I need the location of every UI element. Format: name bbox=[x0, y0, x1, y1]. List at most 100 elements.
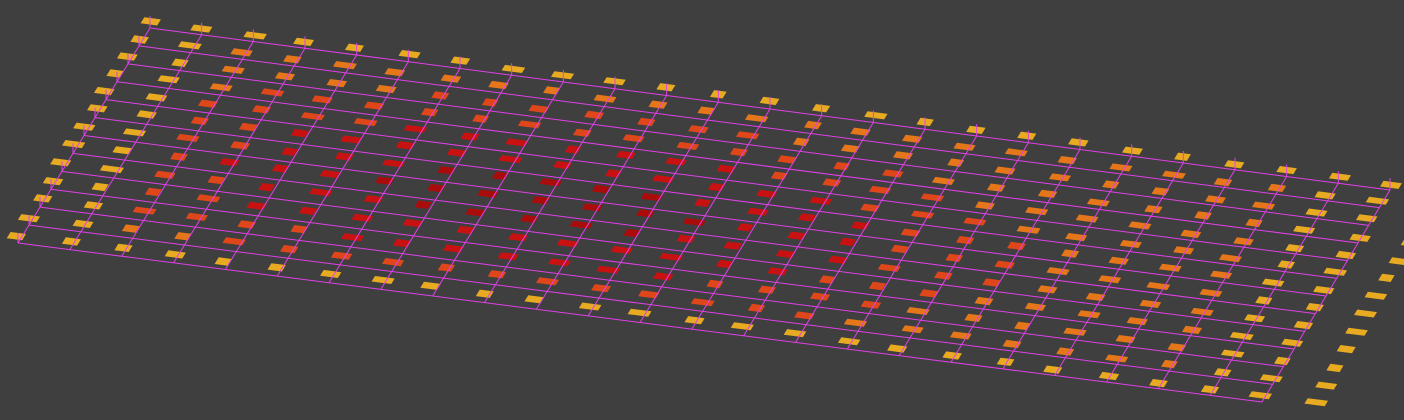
surface-patch bbox=[61, 237, 81, 246]
surface-patch bbox=[341, 233, 365, 242]
surface-patch bbox=[185, 212, 208, 221]
surface-patch bbox=[1349, 233, 1371, 242]
surface-patch bbox=[1109, 163, 1133, 172]
surface-patch bbox=[1190, 307, 1214, 316]
surface-patch bbox=[1305, 208, 1328, 217]
grid-line-col bbox=[69, 34, 203, 250]
surface-patch bbox=[330, 251, 353, 260]
surface-patch bbox=[290, 225, 308, 234]
surface-patch bbox=[1128, 221, 1152, 230]
surface-patch bbox=[298, 206, 318, 215]
surface-patch bbox=[437, 263, 455, 272]
surface-patch bbox=[1048, 173, 1071, 182]
surface-patch bbox=[481, 98, 499, 107]
heatmap-surface-scene bbox=[6, 16, 1404, 407]
surface-patch bbox=[539, 178, 563, 187]
surface-patch bbox=[1336, 345, 1356, 354]
surface-patch bbox=[736, 223, 754, 232]
grid-line-col bbox=[950, 149, 1081, 363]
surface-patch bbox=[62, 140, 86, 149]
surface-patch bbox=[1345, 327, 1368, 336]
surface-patch bbox=[1149, 379, 1168, 388]
surface-patch bbox=[154, 170, 176, 179]
grid-line-col bbox=[224, 54, 358, 270]
surface-patch bbox=[610, 246, 633, 255]
surface-patch bbox=[994, 166, 1016, 175]
surface-patch bbox=[833, 161, 851, 171]
surface-patch bbox=[83, 201, 104, 210]
surface-patch bbox=[122, 128, 147, 137]
surface-patch bbox=[214, 257, 232, 266]
surface-patch bbox=[556, 239, 579, 248]
surface-patch bbox=[564, 145, 582, 154]
surface-patch bbox=[1119, 240, 1142, 248]
surface-patch bbox=[942, 351, 962, 360]
surface-patch bbox=[966, 125, 986, 134]
surface-patch bbox=[392, 239, 411, 248]
surface-patch bbox=[623, 228, 641, 238]
grid-line-col bbox=[691, 115, 823, 330]
grid-line-col bbox=[432, 81, 564, 297]
3d-viewport[interactable] bbox=[0, 0, 1404, 420]
surface-patch bbox=[334, 152, 354, 161]
surface-patch bbox=[1388, 257, 1404, 265]
surface-patch bbox=[622, 134, 645, 143]
surface-patch bbox=[1354, 309, 1377, 318]
surface-patch bbox=[804, 120, 822, 130]
surface-patch bbox=[581, 203, 603, 212]
surface-patch bbox=[1200, 385, 1220, 394]
surface-patch bbox=[319, 169, 341, 179]
surface-patch bbox=[258, 183, 275, 192]
surface-patch bbox=[114, 243, 133, 252]
surface-patch bbox=[656, 83, 676, 92]
surface-patch bbox=[421, 108, 439, 117]
surface-patch bbox=[1277, 260, 1295, 269]
surface-patch bbox=[87, 104, 108, 113]
grid-line-col bbox=[173, 47, 306, 264]
surface-patch bbox=[99, 165, 124, 174]
surface-patch bbox=[1098, 275, 1122, 284]
grid-line-col bbox=[587, 101, 719, 317]
surface-patch bbox=[777, 155, 797, 164]
surface-patch bbox=[1173, 246, 1195, 255]
surface-patch bbox=[1248, 391, 1272, 400]
surface-patch bbox=[1068, 138, 1089, 147]
surface-patch bbox=[716, 164, 736, 173]
surface-patch bbox=[260, 88, 285, 97]
surface-patch bbox=[548, 258, 571, 267]
surface-patch bbox=[1220, 349, 1245, 358]
surface-patch bbox=[33, 194, 53, 203]
surface-patch bbox=[591, 284, 611, 293]
surface-patch bbox=[809, 196, 833, 205]
surface-patch bbox=[653, 272, 674, 281]
surface-patch bbox=[293, 37, 314, 46]
grid-line-col bbox=[380, 74, 513, 290]
surface-patch bbox=[106, 69, 124, 78]
surface-patch bbox=[501, 64, 526, 73]
surface-patch bbox=[498, 155, 523, 164]
surface-patch bbox=[460, 132, 480, 141]
surface-patch bbox=[1037, 285, 1058, 294]
surface-patch bbox=[638, 290, 660, 299]
surface-patch bbox=[775, 249, 796, 259]
surface-patch bbox=[271, 164, 290, 173]
surface-patch bbox=[1259, 374, 1283, 383]
surface-patch bbox=[320, 269, 342, 278]
surface-patch bbox=[274, 72, 296, 81]
surface-patch bbox=[1315, 381, 1338, 390]
grid-line-col bbox=[795, 128, 926, 343]
surface-patch bbox=[431, 91, 450, 100]
grid-line-col bbox=[276, 61, 409, 277]
surface-patch bbox=[1077, 310, 1101, 319]
surface-patch bbox=[551, 71, 575, 80]
surface-patch bbox=[196, 194, 221, 203]
surface-patch bbox=[371, 276, 395, 284]
surface-patch bbox=[309, 188, 333, 197]
surface-patch bbox=[1158, 263, 1182, 272]
surface-patch bbox=[398, 50, 421, 59]
surface-patch bbox=[132, 206, 157, 215]
surface-patch bbox=[616, 150, 636, 160]
surface-patch bbox=[174, 232, 192, 241]
surface-patch bbox=[591, 184, 610, 194]
surface-patch bbox=[1378, 273, 1395, 282]
